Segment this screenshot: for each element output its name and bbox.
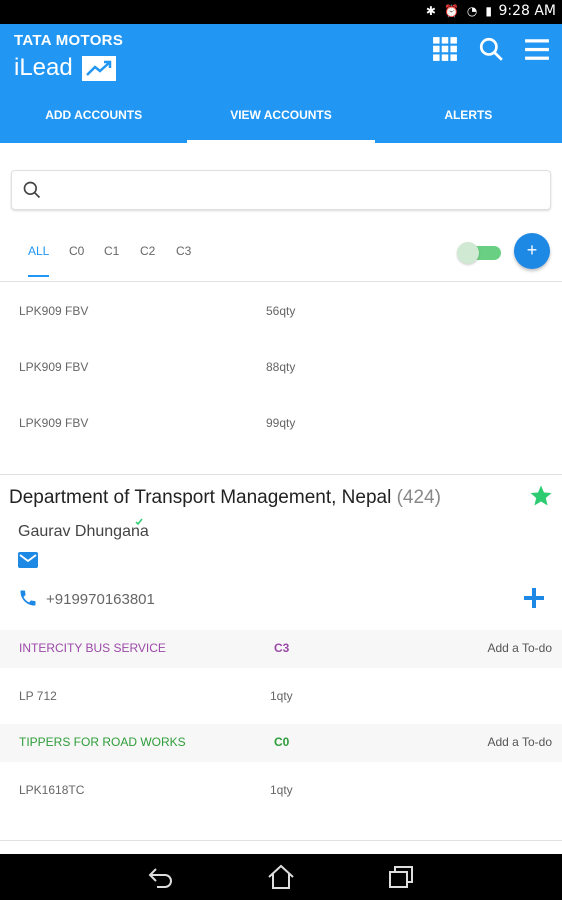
search-icon xyxy=(23,181,41,199)
tab-view-accounts[interactable]: VIEW ACCOUNTS xyxy=(187,98,375,143)
status-bar: ✱ ⏰ ◔ ▮ 9:28 AM xyxy=(0,0,562,24)
account-title[interactable]: Department of Transport Management, Nepa… xyxy=(9,487,441,509)
category-filter-bar: ALL C0 C1 C2 C3 + xyxy=(0,230,562,282)
star-icon[interactable] xyxy=(529,484,553,508)
alarm-icon: ⏰ xyxy=(443,4,459,18)
header-actions xyxy=(432,36,550,62)
grid-icon[interactable] xyxy=(432,36,458,62)
add-todo-link[interactable]: Add a To-do xyxy=(488,735,553,749)
item-qty: 88qty xyxy=(266,360,296,374)
wifi-icon: ◔ xyxy=(466,4,478,18)
group-code: C0 xyxy=(274,735,290,749)
item-qty: 1qty xyxy=(270,783,293,797)
add-todo-link[interactable]: Add a To-do xyxy=(488,641,553,655)
filter-c0[interactable]: C0 xyxy=(69,244,84,258)
vehicle-group: TIPPERS FOR ROAD WORKS C0 Add a To-do xyxy=(0,724,562,762)
bluetooth-icon: ✱ xyxy=(425,4,436,18)
filter-c1[interactable]: C1 xyxy=(104,244,119,258)
menu-icon[interactable] xyxy=(524,36,550,62)
group-label: INTERCITY BUS SERVICE xyxy=(19,641,166,655)
item-qty: 99qty xyxy=(266,416,296,430)
vehicle-group: INTERCITY BUS SERVICE C3 Add a To-do xyxy=(0,630,562,668)
contact-name[interactable]: Gaurav Dhungana xyxy=(18,523,149,541)
app-bar: TATA MOTORS iLead ADD ACCOUNTS VIEW ACCO… xyxy=(0,24,562,143)
toggle-knob xyxy=(457,242,479,264)
account-name: Department of Transport Management, Nepa… xyxy=(9,487,392,508)
item-qty: 1qty xyxy=(270,689,293,703)
tab-alerts[interactable]: ALERTS xyxy=(375,98,562,143)
item-qty: 56qty xyxy=(266,304,296,318)
divider xyxy=(0,474,562,475)
home-icon[interactable] xyxy=(267,864,295,890)
search-icon[interactable] xyxy=(478,36,504,62)
email-icon[interactable] xyxy=(18,552,38,568)
view-toggle[interactable] xyxy=(457,242,501,264)
trend-logo-icon xyxy=(82,56,116,81)
item-model: LP 712 xyxy=(19,689,57,703)
group-label: TIPPERS FOR ROAD WORKS xyxy=(19,735,186,749)
recent-apps-icon[interactable] xyxy=(387,864,415,890)
back-icon[interactable] xyxy=(147,864,175,890)
filter-c3[interactable]: C3 xyxy=(176,244,191,258)
item-model: LPK909 FBV xyxy=(19,360,89,374)
system-nav-bar xyxy=(0,854,562,900)
account-count: (424) xyxy=(396,487,441,508)
divider xyxy=(0,840,562,841)
status-icons: ✱ ⏰ ◔ ▮ xyxy=(426,4,492,18)
tab-bar: ADD ACCOUNTS VIEW ACCOUNTS ALERTS xyxy=(0,98,562,143)
add-button[interactable]: + xyxy=(514,233,550,269)
status-time: 9:28 AM xyxy=(498,3,556,19)
brand-company: TATA MOTORS xyxy=(14,32,124,49)
plus-icon[interactable] xyxy=(522,586,546,610)
phone-number[interactable]: +919970163801 xyxy=(46,591,155,608)
brand-app-name: iLead xyxy=(14,54,73,81)
filter-c2[interactable]: C2 xyxy=(140,244,155,258)
search-input[interactable] xyxy=(11,170,551,210)
battery-icon: ▮ xyxy=(485,4,492,18)
item-model: LPK909 FBV xyxy=(19,304,89,318)
filter-all[interactable]: ALL xyxy=(28,244,50,277)
item-model: LPK909 FBV xyxy=(19,416,89,430)
phone-icon[interactable] xyxy=(18,588,38,608)
verified-check-icon xyxy=(135,518,143,526)
group-code: C3 xyxy=(274,641,290,655)
tab-add-accounts[interactable]: ADD ACCOUNTS xyxy=(0,98,187,143)
item-model: LPK1618TC xyxy=(19,783,85,797)
